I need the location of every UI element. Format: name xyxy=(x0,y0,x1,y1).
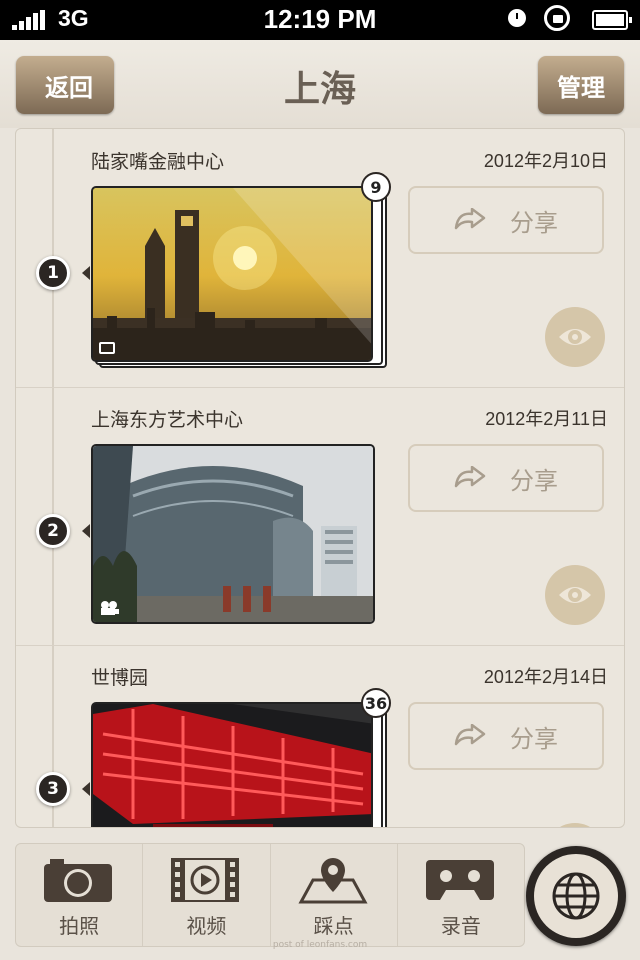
share-label: 分享 xyxy=(510,724,558,753)
bottom-toolbar: 拍照 视频 踩点 录音 xyxy=(15,843,525,947)
tab-record[interactable]: 录音 xyxy=(398,844,524,946)
building-photo xyxy=(93,446,373,622)
share-icon xyxy=(454,208,486,230)
share-button[interactable]: 分享 xyxy=(408,186,604,254)
entry-title: 陆家嘴金融中心 xyxy=(91,151,225,173)
photo-count-badge: 9 xyxy=(361,172,391,202)
entry-date: 2012年2月10日 xyxy=(483,151,608,171)
tab-photo-label: 拍照 xyxy=(59,914,100,938)
share-icon xyxy=(454,466,486,488)
manage-button[interactable]: 管理 xyxy=(538,56,624,114)
entry-number-badge: 2 xyxy=(36,514,70,548)
timeline-list[interactable]: 陆家嘴金融中心 2012年2月10日 1 9 分享 上海东方艺术中心 2012年… xyxy=(15,128,625,828)
list-item: 世博园 2012年2月14日 3 36 分享 xyxy=(16,645,624,827)
image-icon xyxy=(99,342,115,354)
video-thumbnail[interactable] xyxy=(91,444,375,624)
nav-bar: 返回 上海 管理 xyxy=(0,40,640,128)
tab-checkin[interactable]: 踩点 xyxy=(271,844,398,946)
tab-video[interactable]: 视频 xyxy=(143,844,271,946)
share-button[interactable]: 分享 xyxy=(408,444,604,512)
share-button[interactable]: 分享 xyxy=(408,702,604,770)
photo-count-badge: 36 xyxy=(361,688,391,718)
view-button[interactable] xyxy=(545,565,605,625)
camera-icon xyxy=(44,859,112,902)
marker-pointer xyxy=(82,266,90,280)
tab-video-label: 视频 xyxy=(186,914,227,938)
video-camera-icon xyxy=(101,601,119,615)
share-label: 分享 xyxy=(510,466,558,495)
share-label: 分享 xyxy=(510,208,558,237)
entry-title: 世博园 xyxy=(91,667,149,689)
eye-icon xyxy=(559,329,591,345)
tab-photo[interactable]: 拍照 xyxy=(16,844,144,946)
entry-title: 上海东方艺术中心 xyxy=(91,409,244,431)
eye-icon xyxy=(559,587,591,603)
photo-stack[interactable]: 9 xyxy=(91,172,391,368)
film-icon xyxy=(171,858,240,902)
skyline-photo xyxy=(93,188,371,360)
pavilion-photo xyxy=(93,704,371,827)
photo-thumbnail[interactable] xyxy=(91,186,373,362)
watermark: post of leonfans.com xyxy=(272,940,368,950)
share-icon xyxy=(454,724,486,746)
tab-record-label: 录音 xyxy=(440,914,481,938)
entry-date: 2012年2月11日 xyxy=(485,409,608,429)
rotation-lock-icon xyxy=(544,5,570,31)
list-item: 陆家嘴金融中心 2012年2月10日 1 9 分享 xyxy=(16,129,624,388)
tab-checkin-label: 踩点 xyxy=(313,914,354,938)
list-item: 上海东方艺术中心 2012年2月11日 2 分享 xyxy=(16,387,624,646)
photo-stack[interactable] xyxy=(91,444,379,626)
cassette-icon xyxy=(425,860,494,900)
globe-icon xyxy=(552,872,600,920)
marker-pointer xyxy=(82,782,90,796)
entry-number-badge: 1 xyxy=(36,256,70,290)
view-button[interactable] xyxy=(545,307,605,367)
photo-stack[interactable]: 36 xyxy=(91,688,391,827)
battery-icon xyxy=(592,10,632,30)
globe-button[interactable] xyxy=(526,846,626,946)
status-bar: 3G 12:19 PM xyxy=(0,0,640,40)
map-pin-icon xyxy=(297,858,368,904)
marker-pointer xyxy=(82,524,90,538)
photo-thumbnail[interactable] xyxy=(91,702,373,827)
entry-date: 2012年2月14日 xyxy=(483,667,608,687)
entry-number-badge: 3 xyxy=(36,772,70,806)
view-button[interactable] xyxy=(545,823,605,827)
alarm-icon xyxy=(508,9,526,27)
